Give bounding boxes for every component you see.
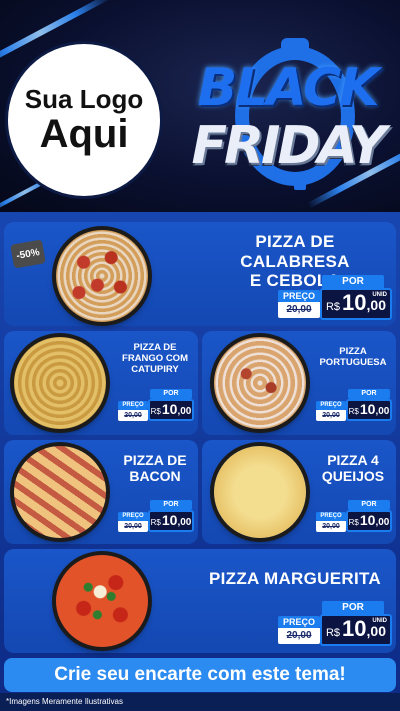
product-card-calabresa[interactable]: -50% PIZZA DE CALABRESA E CEBOLA POR PRE… xyxy=(4,222,396,326)
product-card-bacon[interactable]: PIZZA DE BACON POR PREÇO 20,00 R$ 10 ,00 xyxy=(4,440,198,544)
pizza-image xyxy=(214,337,306,429)
current-price: R$ 10 ,00 UNID xyxy=(320,614,392,646)
black-friday-logo: BLACK FRIDAY xyxy=(180,30,395,195)
preco-label: PREÇO xyxy=(316,512,346,521)
discount-badge: -50% xyxy=(10,239,46,269)
currency-symbol: R$ xyxy=(348,518,359,527)
por-label: POR xyxy=(322,601,384,615)
product-name-line: PIZZA 4 xyxy=(327,452,379,468)
product-name-line: BACON xyxy=(129,468,181,485)
pizza-image xyxy=(56,555,148,647)
unit-label: UNID xyxy=(372,292,387,298)
product-name-line: PIZZA DE xyxy=(123,452,187,468)
product-name: PIZZA PORTUGUESA xyxy=(312,346,394,369)
price-integer: 10 xyxy=(359,512,376,528)
por-label: POR xyxy=(150,500,192,510)
por-label: POR xyxy=(322,275,384,289)
price-decimal: ,00 xyxy=(366,623,386,639)
product-card-frango[interactable]: PIZZA DE FRANGO COM CATUPIRY POR PREÇO 2… xyxy=(4,331,198,435)
footnote: *Imagens Meramente Ilustrativas xyxy=(6,697,123,706)
pizza-image xyxy=(14,337,106,429)
old-price: 20,00 xyxy=(118,521,148,532)
product-name-line: PORTUGUESA xyxy=(319,356,387,368)
black-friday-friday-text: FRIDAY xyxy=(191,116,386,176)
preco-label: PREÇO xyxy=(278,616,320,628)
price-decimal: ,00 xyxy=(375,406,390,417)
current-price: R$ 10 ,00 xyxy=(346,510,392,532)
product-name: PIZZA 4 QUEIJOS xyxy=(312,452,394,484)
currency-symbol: R$ xyxy=(325,627,341,639)
product-card-portuguesa[interactable]: PIZZA PORTUGUESA POR PREÇO 20,00 R$ 10 ,… xyxy=(202,331,396,435)
old-price: 20,00 xyxy=(278,628,320,644)
product-name-line: CATUPIRY xyxy=(131,363,179,375)
preco-label: PREÇO xyxy=(278,290,320,302)
black-friday-black-text: BLACK xyxy=(197,58,380,118)
old-price: 20,00 xyxy=(316,410,346,421)
current-price: R$ 10 ,00 xyxy=(346,399,392,421)
logo-text-line1: Sua Logo xyxy=(24,83,144,114)
por-label: POR xyxy=(348,500,390,510)
unit-label: UNID xyxy=(372,618,387,624)
price-integer: 10 xyxy=(161,401,178,417)
product-name-line: PIZZA DE CALABRESA xyxy=(240,232,350,271)
old-price: 20,00 xyxy=(278,302,320,318)
product-name: PIZZA MARGUERITA xyxy=(209,569,381,588)
preco-label: PREÇO xyxy=(316,401,346,410)
cta-banner[interactable]: Crie seu encarte com este tema! xyxy=(4,658,396,692)
bf-ring-bottom xyxy=(294,176,306,190)
price-integer: 10 xyxy=(342,290,367,315)
currency-symbol: R$ xyxy=(150,407,161,416)
product-card-4-queijos[interactable]: PIZZA 4 QUEIJOS POR PREÇO 20,00 R$ 10 ,0… xyxy=(202,440,396,544)
price-decimal: ,00 xyxy=(177,517,192,528)
currency-symbol: R$ xyxy=(150,518,161,527)
logo-text-line2: Aqui xyxy=(39,112,129,157)
pizza-image xyxy=(14,446,106,538)
current-price: R$ 10 ,00 UNID xyxy=(320,288,392,320)
header-banner: Sua Logo Aqui BLACK FRIDAY xyxy=(0,0,400,212)
price-integer: 10 xyxy=(342,616,367,641)
currency-symbol: R$ xyxy=(348,407,359,416)
price-decimal: ,00 xyxy=(366,297,386,313)
current-price: R$ 10 ,00 xyxy=(148,510,194,532)
currency-symbol: R$ xyxy=(325,301,341,313)
current-price: R$ 10 ,00 xyxy=(148,399,194,421)
pizza-image xyxy=(56,230,148,322)
por-label: POR xyxy=(150,389,192,399)
old-price: 20,00 xyxy=(118,410,148,421)
product-name-line: QUEIJOS xyxy=(321,468,385,485)
pizza-image xyxy=(214,446,306,538)
preco-label: PREÇO xyxy=(118,512,148,521)
product-card-marguerita[interactable]: PIZZA MARGUERITA POR PREÇO 20,00 R$ 10 ,… xyxy=(4,549,396,653)
bf-ring-knob xyxy=(281,38,309,60)
old-price: 20,00 xyxy=(316,521,346,532)
product-name: PIZZA DE BACON xyxy=(114,452,196,484)
price-decimal: ,00 xyxy=(177,406,192,417)
logo-placeholder: Sua Logo Aqui xyxy=(8,44,160,196)
product-name: PIZZA DE FRANGO COM CATUPIRY xyxy=(114,342,196,376)
price-integer: 10 xyxy=(161,512,178,528)
price-decimal: ,00 xyxy=(375,517,390,528)
price-integer: 10 xyxy=(359,401,376,417)
preco-label: PREÇO xyxy=(118,401,148,410)
por-label: POR xyxy=(348,389,390,399)
